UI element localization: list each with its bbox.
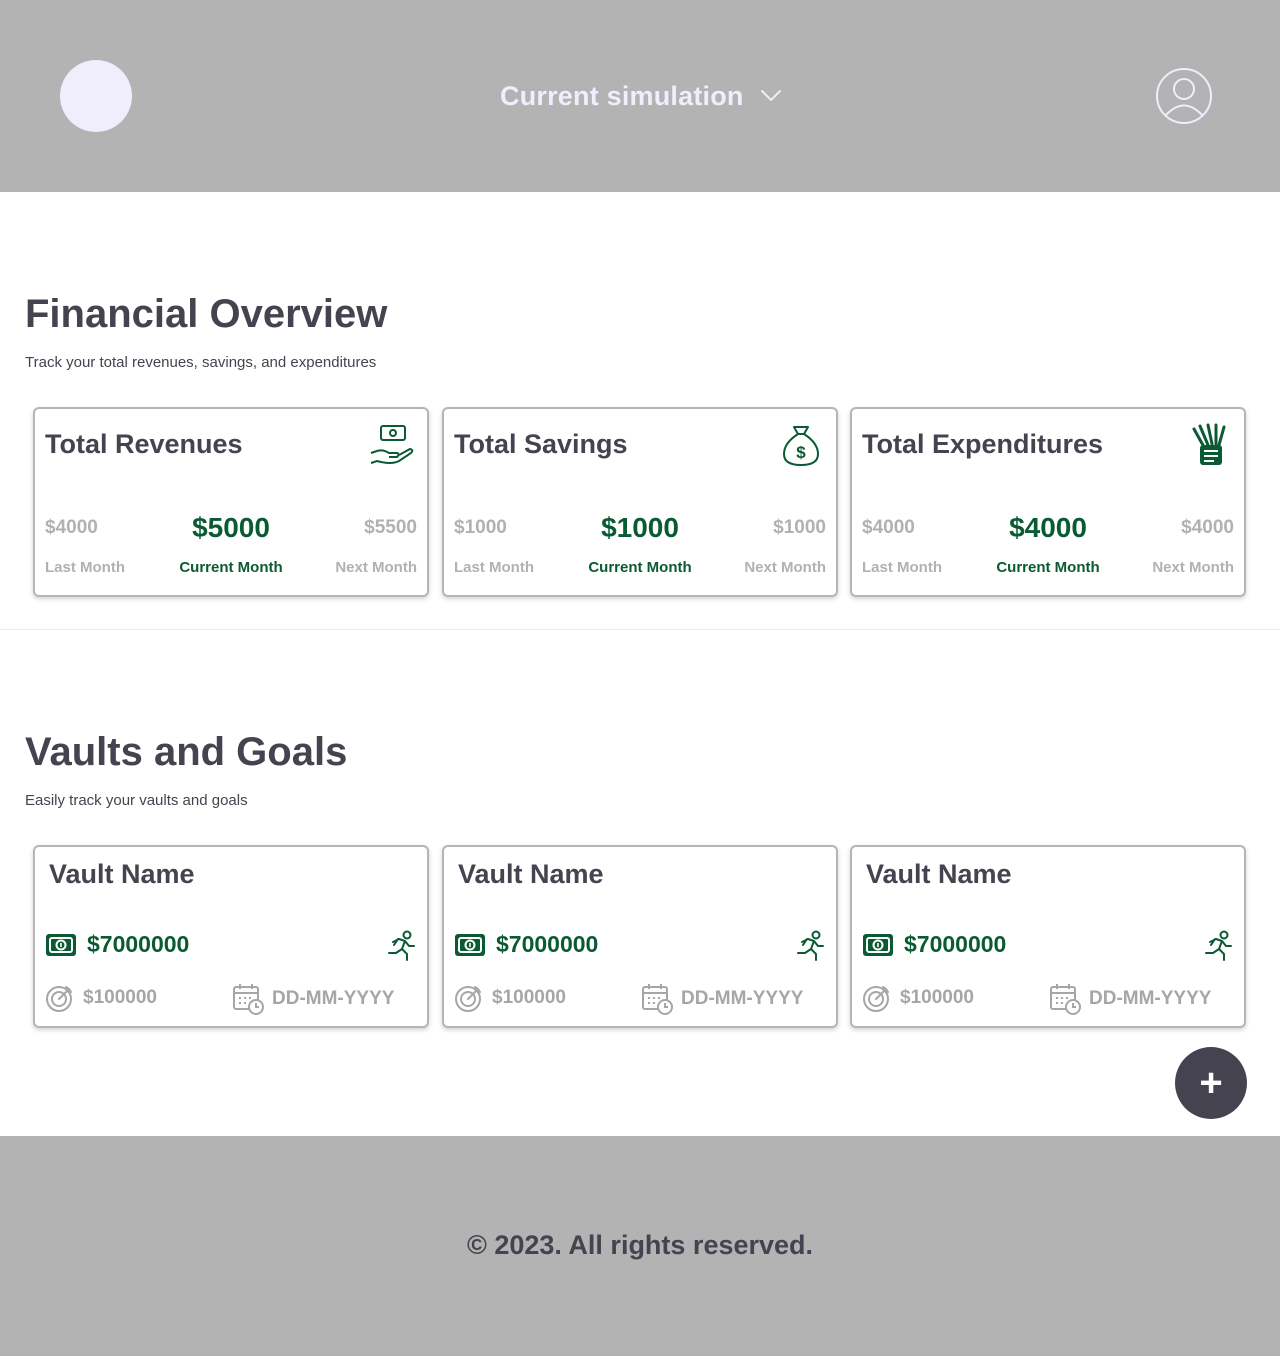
vault-date: DD-MM-YYYY bbox=[1089, 988, 1212, 1009]
vault-date-row: DD-MM-YYYY bbox=[641, 983, 803, 1015]
add-vault-button[interactable]: + bbox=[1175, 1047, 1247, 1119]
simulation-selector[interactable]: Current simulation bbox=[500, 78, 782, 114]
vault-amount: $7000000 bbox=[496, 931, 599, 957]
calendar-clock-icon bbox=[233, 984, 264, 1015]
simulation-selector-label: Current simulation bbox=[500, 80, 744, 111]
money-bag-icon: $ bbox=[782, 426, 820, 467]
vault-card[interactable]: Vault Name $7000000 $100000 DD-MM-YYYY bbox=[33, 845, 429, 1028]
chevron-down-icon bbox=[760, 90, 781, 101]
next-month-value: $5500 bbox=[364, 517, 417, 538]
vault-card[interactable]: Vault Name $7000000 $100000 DD-MM-YYYY bbox=[850, 845, 1246, 1028]
cash-stack-icon bbox=[1192, 423, 1226, 465]
vault-amount: $7000000 bbox=[87, 931, 190, 957]
financial-overview-subtitle: Track your total revenues, savings, and … bbox=[25, 354, 377, 371]
next-month-value: $4000 bbox=[1181, 517, 1234, 538]
vaults-goals-title: Vaults and Goals bbox=[25, 730, 348, 774]
vault-target: $100000 bbox=[900, 987, 974, 1008]
vault-name: Vault Name bbox=[458, 859, 604, 889]
running-person-icon[interactable] bbox=[792, 929, 826, 963]
vault-name: Vault Name bbox=[866, 859, 1012, 889]
card-title: Total Expenditures bbox=[862, 429, 1104, 459]
running-person-icon[interactable] bbox=[1200, 929, 1234, 963]
banknote-icon bbox=[455, 933, 485, 956]
vault-name: Vault Name bbox=[49, 859, 195, 889]
vault-date: DD-MM-YYYY bbox=[272, 988, 395, 1009]
vault-amount-row: $7000000 bbox=[862, 931, 1006, 958]
plus-icon: + bbox=[1199, 1061, 1223, 1105]
app-footer: © 2023. All rights reserved. bbox=[0, 1136, 1280, 1356]
app-logo[interactable] bbox=[60, 60, 132, 132]
copyright-text: © 2023. All rights reserved. bbox=[466, 1230, 814, 1260]
target-icon bbox=[863, 986, 889, 1012]
target-icon bbox=[46, 986, 72, 1012]
total-savings-card: Total Savings $ $1000 $1000 $1000 Last M… bbox=[442, 407, 838, 597]
vault-date: DD-MM-YYYY bbox=[681, 988, 804, 1009]
banknote-icon bbox=[46, 933, 76, 956]
vault-card[interactable]: Vault Name $7000000 $100000 DD-MM-YYYY bbox=[442, 845, 838, 1028]
user-profile-icon[interactable] bbox=[1156, 68, 1212, 124]
card-title: Total Revenues bbox=[45, 429, 243, 459]
vault-date-row: DD-MM-YYYY bbox=[232, 983, 394, 1015]
section-divider bbox=[0, 629, 1280, 630]
total-revenues-card: Total Revenues $4000 $5000 $5500 Last Mo… bbox=[33, 407, 429, 597]
vault-target-row: $100000 bbox=[862, 983, 974, 1013]
vault-amount-row: $7000000 bbox=[45, 931, 189, 958]
vault-target: $100000 bbox=[492, 987, 566, 1008]
next-month-value: $1000 bbox=[773, 517, 826, 538]
vault-amount-row: $7000000 bbox=[454, 931, 598, 958]
vault-target: $100000 bbox=[83, 987, 157, 1008]
vault-amount: $7000000 bbox=[904, 931, 1007, 957]
calendar-clock-icon bbox=[1050, 984, 1081, 1015]
next-month-label: Next Month bbox=[1152, 559, 1234, 576]
next-month-label: Next Month bbox=[744, 559, 826, 576]
total-expenditures-card: Total Expenditures $4000 $4000 $4000 Las… bbox=[850, 407, 1246, 597]
calendar-clock-icon bbox=[642, 984, 673, 1015]
vault-target-row: $100000 bbox=[454, 983, 566, 1013]
app-header: Current simulation bbox=[0, 0, 1280, 192]
vault-target-row: $100000 bbox=[45, 983, 157, 1013]
card-title: Total Savings bbox=[454, 429, 628, 459]
banknote-icon bbox=[863, 933, 893, 956]
running-person-icon[interactable] bbox=[383, 929, 417, 963]
next-month-label: Next Month bbox=[335, 559, 417, 576]
vaults-goals-subtitle: Easily track your vaults and goals bbox=[25, 792, 248, 809]
vault-date-row: DD-MM-YYYY bbox=[1049, 983, 1211, 1015]
financial-overview-title: Financial Overview bbox=[25, 292, 388, 336]
target-icon bbox=[455, 986, 481, 1012]
svg-text:$: $ bbox=[796, 443, 806, 462]
cash-in-hand-icon bbox=[370, 425, 414, 464]
